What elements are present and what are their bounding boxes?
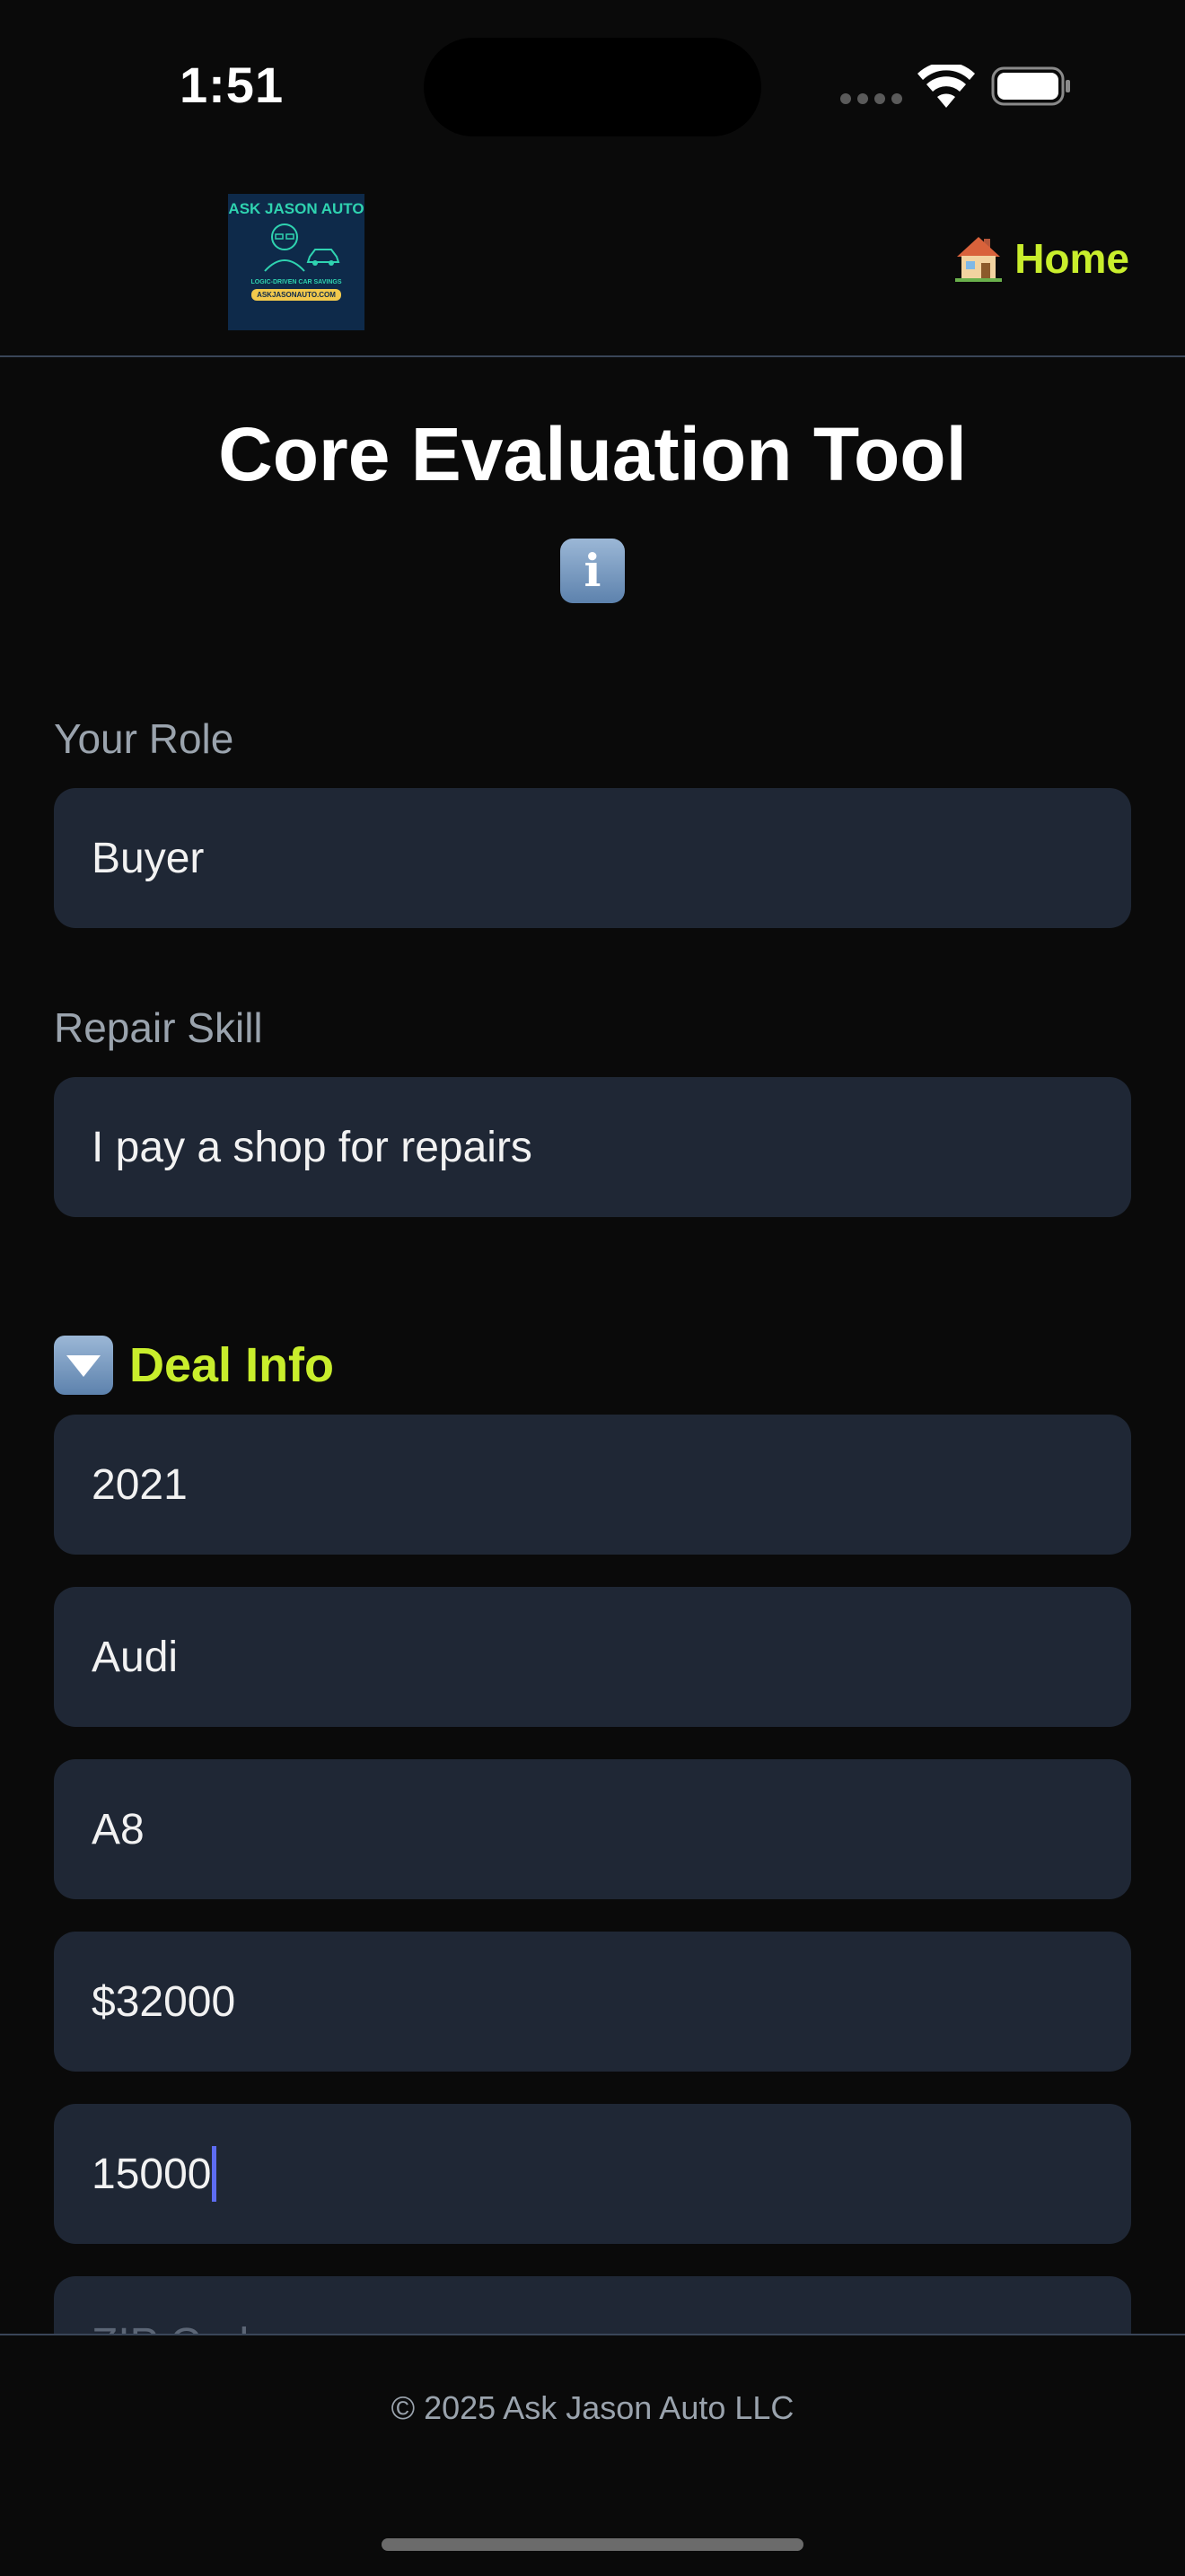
repair-skill-label: Repair Skill	[54, 1004, 263, 1051]
footer: © 2025 Ask Jason Auto LLC	[0, 2334, 1185, 2576]
role-select[interactable]: Buyer	[54, 788, 1131, 928]
wifi-icon	[917, 65, 975, 108]
logo-subtitle: LOGIC-DRIVEN CAR SAVINGS	[250, 279, 342, 285]
cellular-signal-icon	[840, 93, 902, 104]
home-indicator[interactable]	[382, 2538, 803, 2551]
battery-icon	[991, 66, 1070, 106]
year-field[interactable]: 2021	[54, 1415, 1131, 1555]
mileage-value: 15000	[92, 2150, 212, 2198]
dynamic-island	[424, 38, 761, 136]
status-bar: 1:51	[0, 0, 1185, 171]
page-title: Core Evaluation Tool	[218, 412, 967, 496]
model-value: A8	[92, 1805, 145, 1853]
role-label: Your Role	[54, 715, 234, 762]
price-value: $32000	[92, 1977, 236, 2026]
logo-url: ASKJASONAUTO.COM	[251, 289, 341, 301]
logo-illustration-icon	[264, 223, 340, 272]
app-header: ASK JASON AUTO LOGIC-DRIVEN CAR SAVINGS …	[0, 171, 1185, 357]
make-field[interactable]: Audi	[54, 1587, 1131, 1727]
status-time: 1:51	[180, 57, 285, 113]
info-button[interactable]: i	[560, 539, 625, 603]
price-field[interactable]: $32000	[54, 1932, 1131, 2072]
repair-skill-select[interactable]: I pay a shop for repairs	[54, 1077, 1131, 1217]
house-icon	[955, 237, 1003, 282]
year-value: 2021	[92, 1460, 188, 1509]
collapse-arrow-icon	[54, 1336, 113, 1395]
home-link[interactable]: Home	[953, 233, 1129, 284]
make-value: Audi	[92, 1633, 179, 1681]
deal-info-toggle[interactable]: Deal Info	[54, 1336, 334, 1395]
home-link-label: Home	[1014, 235, 1129, 282]
text-cursor	[212, 2146, 217, 2202]
model-field[interactable]: A8	[54, 1759, 1131, 1899]
deal-info-heading: Deal Info	[129, 1338, 335, 1392]
copyright-text: © 2025 Ask Jason Auto LLC	[391, 2389, 794, 2426]
info-icon: i	[584, 544, 601, 597]
mileage-field[interactable]: 15000	[54, 2104, 1131, 2244]
ask-jason-auto-logo[interactable]: ASK JASON AUTO LOGIC-DRIVEN CAR SAVINGS …	[228, 194, 364, 330]
repair-skill-value: I pay a shop for repairs	[92, 1123, 532, 1171]
logo-title: ASK JASON AUTO	[228, 200, 364, 217]
role-value: Buyer	[92, 834, 205, 882]
